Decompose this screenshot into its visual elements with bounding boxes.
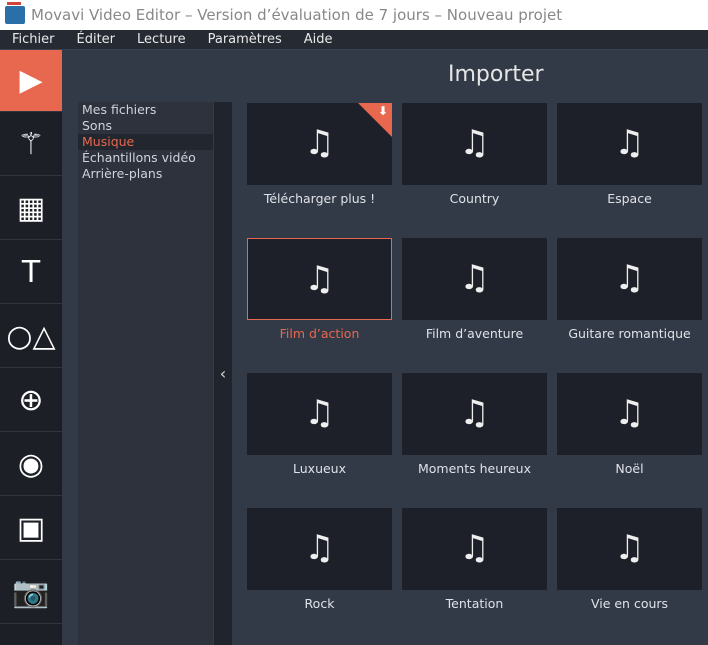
- music-tile[interactable]: ♫: [247, 373, 392, 455]
- music-tile[interactable]: ♫: [402, 103, 547, 185]
- category-item[interactable]: Arrière-plans: [78, 166, 213, 182]
- category-item[interactable]: Musique: [78, 134, 213, 150]
- menu-2[interactable]: Lecture: [125, 30, 196, 49]
- music-tile[interactable]: ♫: [557, 373, 702, 455]
- music-tile[interactable]: ♫: [557, 103, 702, 185]
- text-icon: T: [21, 255, 41, 290]
- window-title: Movavi Video Editor – Version d’évaluati…: [31, 6, 563, 24]
- shapes-icon: ○△: [6, 319, 56, 354]
- music-tile-label[interactable]: Rock: [242, 596, 397, 611]
- music-tile-label[interactable]: Country: [397, 191, 552, 206]
- music-tile[interactable]: ♫: [247, 238, 392, 320]
- tool-magic-wand[interactable]: ⚚: [0, 114, 62, 176]
- title-bar: Movavi Video Editor – Version d’évaluati…: [0, 0, 708, 30]
- category-item[interactable]: Échantillons vidéo: [78, 150, 213, 166]
- music-tile[interactable]: ♫: [402, 373, 547, 455]
- music-tile-label[interactable]: Luxueux: [242, 461, 397, 476]
- music-tile-label[interactable]: Espace: [552, 191, 707, 206]
- music-tile-label[interactable]: Moments heureux: [397, 461, 552, 476]
- tool-camera[interactable]: 📷: [0, 562, 62, 624]
- music-note-icon: ♫: [459, 393, 490, 433]
- music-tile-label[interactable]: Noël: [552, 461, 707, 476]
- menu-4[interactable]: Aide: [292, 30, 343, 49]
- tool-mask[interactable]: ◉: [0, 434, 62, 496]
- app-logo-icon: [5, 2, 25, 24]
- music-note-icon: ♫: [614, 258, 645, 298]
- music-tile[interactable]: ♫: [247, 508, 392, 590]
- menu-bar: Fichier Éditer Lecture Paramètres Aide: [0, 30, 708, 50]
- music-tile[interactable]: ♫: [402, 508, 547, 590]
- music-note-icon: ♫: [614, 393, 645, 433]
- menu-0[interactable]: Fichier: [0, 30, 65, 49]
- music-tile-label[interactable]: Télécharger plus !: [242, 191, 397, 206]
- overlay-icon: ▣: [16, 511, 46, 546]
- category-item[interactable]: Sons: [78, 118, 213, 134]
- tool-overlay[interactable]: ▣: [0, 498, 62, 560]
- music-tile[interactable]: ♫ ⬇: [247, 103, 392, 185]
- zoom-pan-icon: ⊕: [18, 383, 44, 418]
- music-tile-label[interactable]: Tentation: [397, 596, 552, 611]
- music-tile-label[interactable]: Film d’action: [242, 326, 397, 341]
- tool-shapes[interactable]: ○△: [0, 306, 62, 368]
- music-note-icon: ♫: [304, 393, 335, 433]
- music-tile[interactable]: ♫: [557, 508, 702, 590]
- magic-wand-icon: ⚚: [17, 127, 45, 162]
- music-note-icon: ♫: [614, 528, 645, 568]
- tool-zoom-pan[interactable]: ⊕: [0, 370, 62, 432]
- music-tile-label[interactable]: Guitare romantique: [552, 326, 707, 341]
- category-item[interactable]: Mes fichiers: [78, 102, 213, 118]
- mask-icon: ◉: [17, 447, 45, 482]
- category-list: Mes fichiers Sons Musique Échantillons vidé…: [78, 102, 213, 645]
- tool-import[interactable]: ▶: [0, 50, 62, 112]
- transitions-icon: ▦: [16, 191, 46, 226]
- tool-text[interactable]: T: [0, 242, 62, 304]
- music-tile-label[interactable]: Vie en cours: [552, 596, 707, 611]
- chevron-left-icon: ‹: [219, 364, 227, 383]
- panel-heading: Importer: [448, 62, 544, 87]
- menu-3[interactable]: Paramètres: [196, 30, 292, 49]
- music-tile[interactable]: ♫: [557, 238, 702, 320]
- import-icon: ▶: [19, 63, 43, 98]
- menu-1[interactable]: Éditer: [65, 30, 126, 49]
- tool-transitions[interactable]: ▦: [0, 178, 62, 240]
- download-arrow-icon: ⬇: [377, 104, 388, 118]
- music-tile[interactable]: ♫: [402, 238, 547, 320]
- music-tile-label[interactable]: Film d’aventure: [397, 326, 552, 341]
- music-note-icon: ♫: [459, 123, 490, 163]
- music-note-icon: ♫: [614, 123, 645, 163]
- music-note-icon: ♫: [459, 528, 490, 568]
- music-note-icon: ♫: [459, 258, 490, 298]
- left-toolbar: ▶ ⚚ ▦ T ○△ ⊕ ◉ ▣ 📷: [0, 50, 62, 645]
- music-note-icon: ♫: [304, 528, 335, 568]
- collapse-panel-button[interactable]: ‹: [214, 102, 232, 645]
- camera-icon: 📷: [12, 575, 50, 610]
- music-note-icon: ♫: [304, 259, 335, 299]
